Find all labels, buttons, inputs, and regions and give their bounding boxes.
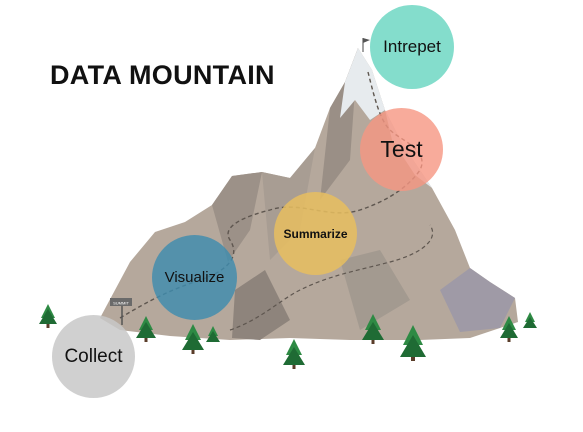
stage-intrepet-circle: Intrepet	[370, 5, 454, 89]
summit-flag-icon	[363, 38, 370, 43]
stage-test-circle: Test	[360, 108, 443, 191]
pine-tree-icon	[523, 312, 537, 328]
data-mountain-diagram: SUMMIT DATA MOUNTAIN Collect Visualize S…	[0, 0, 583, 427]
pine-tree-icon	[39, 304, 57, 328]
pine-tree-icon	[283, 339, 305, 369]
stage-summarize-circle: Summarize	[274, 192, 357, 275]
page-title: DATA MOUNTAIN	[50, 60, 275, 90]
summit-sign-text: SUMMIT	[113, 301, 129, 306]
stage-collect-circle: Collect	[52, 315, 135, 398]
stage-visualize-circle: Visualize	[152, 235, 237, 320]
